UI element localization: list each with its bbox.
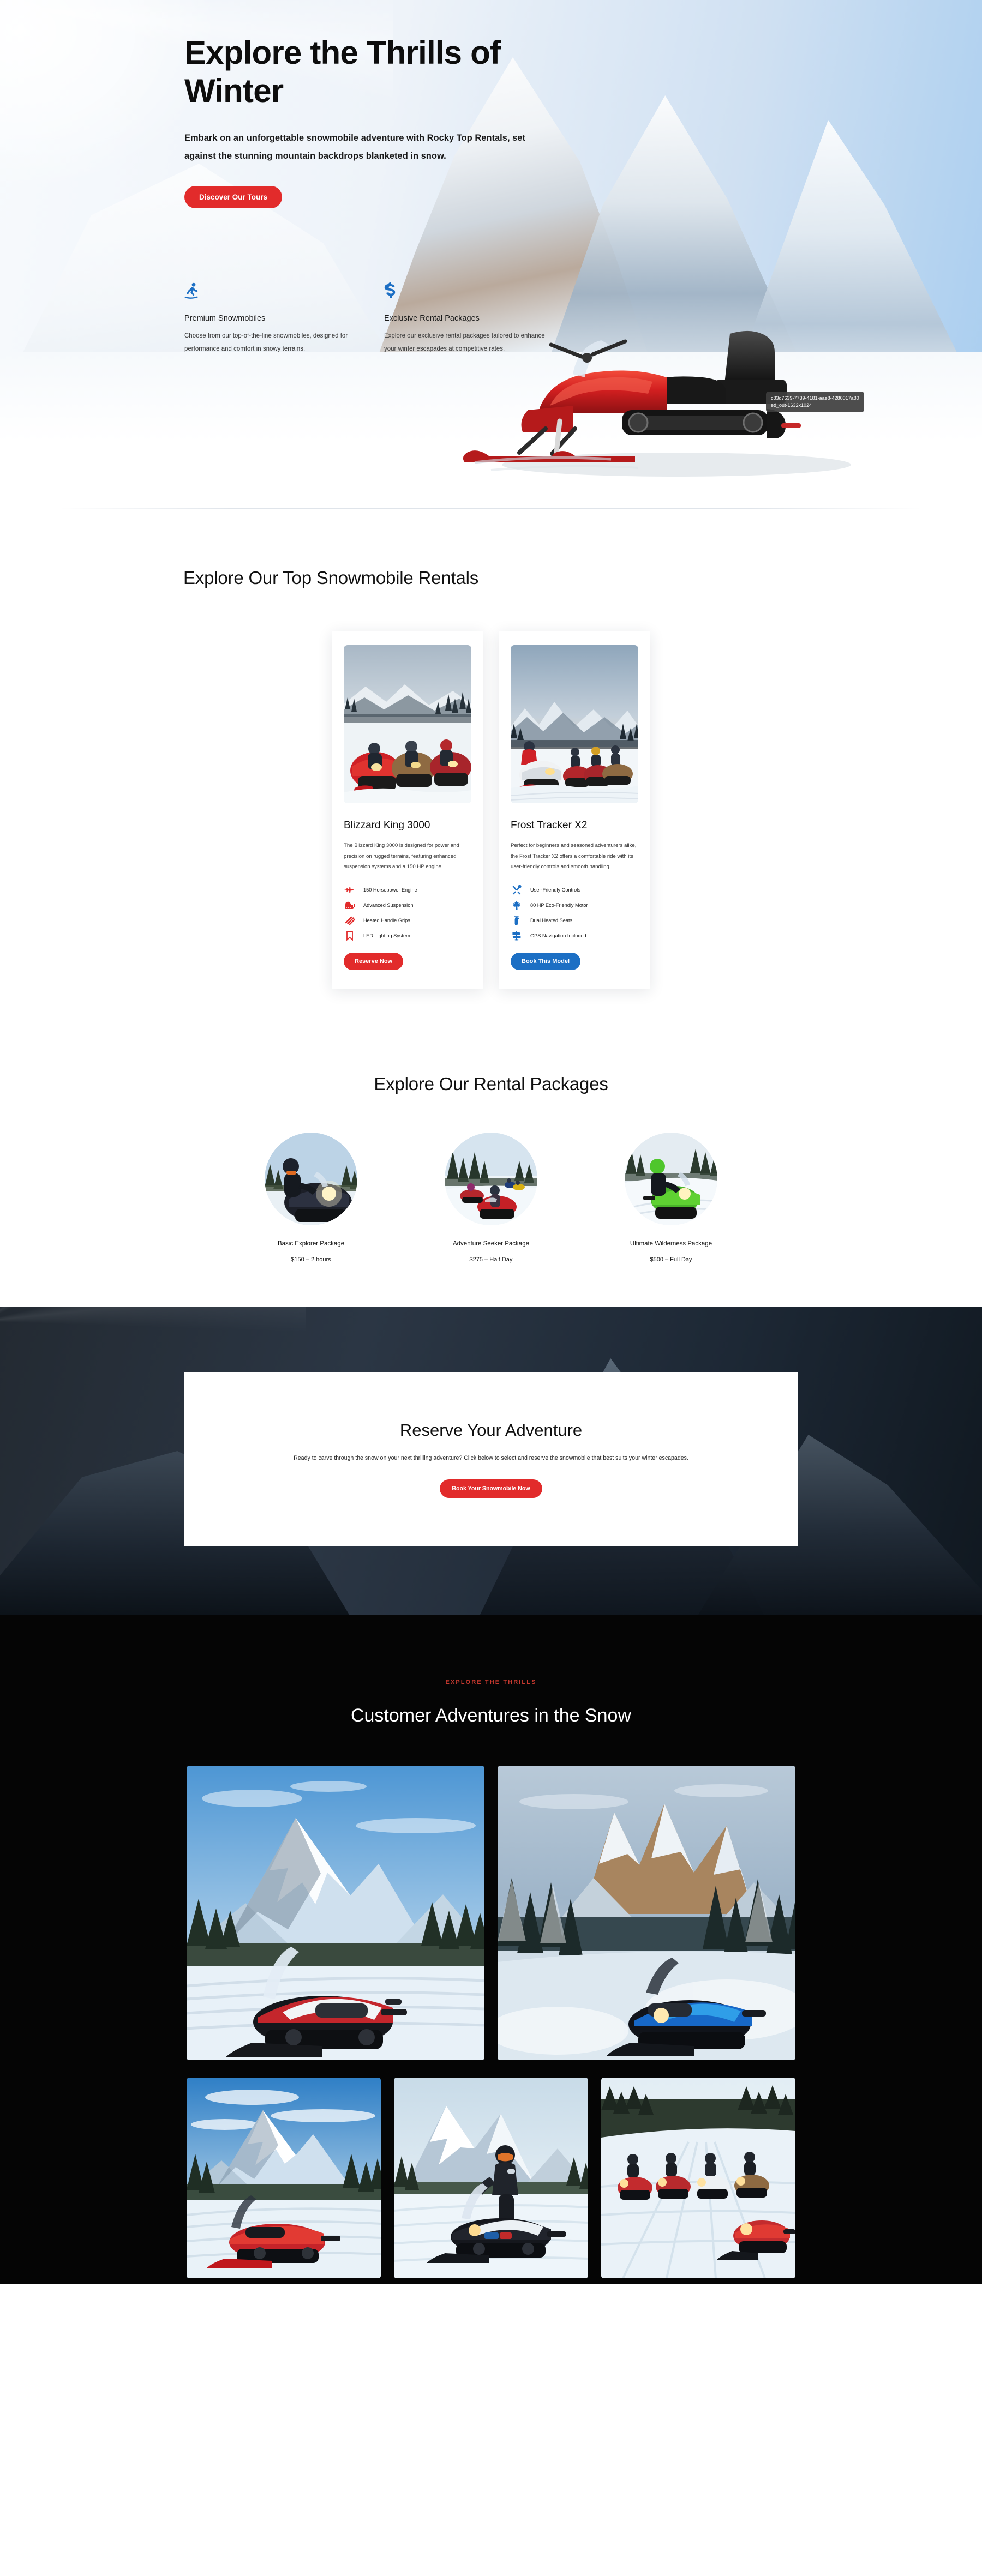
maple-leaf-icon	[511, 900, 523, 910]
rental-card-description: The Blizzard King 3000 is designed for p…	[344, 842, 459, 870]
package-image	[625, 1132, 717, 1225]
package-name: Ultimate Wilderness Package	[630, 1240, 712, 1247]
stripes-icon	[344, 916, 356, 925]
rentals-heading: Explore Our Top Snowmobile Rentals	[183, 568, 479, 588]
packages-heading: Explore Our Rental Packages	[374, 1073, 608, 1094]
discover-our-tours-button[interactable]: Discover Our Tours	[184, 186, 283, 209]
hero-section: Explore the Thrills of Winter Embark on …	[0, 0, 982, 515]
spec-item: GPS Navigation Included	[511, 930, 638, 942]
package-list: Basic Explorer Package $150 – 2 hours Ad…	[0, 1132, 982, 1263]
image-filename-tooltip: c83d7639-7739-4181-aae8-4280017a80ed_out…	[766, 392, 864, 413]
spec-label: 150 Horsepower Engine	[363, 887, 417, 893]
book-your-snowmobile-now-button[interactable]: Book Your Snowmobile Now	[440, 1479, 542, 1498]
gallery-eyebrow: EXPLORE THE THRILLS	[445, 1678, 537, 1686]
rental-card-title: Blizzard King 3000	[344, 820, 430, 831]
hero-feature-premium-snowmobiles: Premium Snowmobiles Choose from our top-…	[184, 282, 348, 356]
package-name: Basic Explorer Package	[277, 1240, 345, 1247]
package-ultimate-wilderness[interactable]: Ultimate Wilderness Package $500 – Full …	[600, 1132, 743, 1263]
hero-feature-title: Premium Snowmobiles	[184, 314, 266, 323]
reserve-cta-section: Reserve Your Adventure Ready to carve th…	[0, 1306, 982, 1615]
spec-label: LED Lighting System	[363, 933, 410, 939]
hero-snowmobile-image	[458, 273, 895, 502]
spec-label: Dual Heated Seats	[530, 918, 573, 924]
gallery-photo[interactable]	[601, 2077, 795, 2278]
spec-label: GPS Navigation Included	[530, 933, 586, 939]
spec-item: Dual Heated Seats	[511, 915, 638, 926]
spec-item: Advanced Suspension	[344, 900, 471, 911]
spec-item: User-Friendly Controls	[511, 884, 638, 896]
hero-subtitle: Embark on an unforgettable snowmobile ad…	[184, 133, 525, 161]
spec-item: LED Lighting System	[344, 930, 471, 942]
gallery-photo[interactable]	[187, 1765, 484, 2060]
rental-card-list: Blizzard King 3000 The Blizzard King 300…	[0, 631, 982, 989]
spec-label: 80 HP Eco-Friendly Motor	[530, 902, 588, 908]
spec-label: Heated Handle Grips	[363, 918, 410, 924]
package-adventure-seeker[interactable]: Adventure Seeker Package $275 – Half Day	[420, 1132, 562, 1263]
gallery-section: EXPLORE THE THRILLS Customer Adventures …	[0, 1614, 982, 2284]
package-price: $500 – Full Day	[650, 1256, 692, 1263]
bulldozer-icon	[344, 901, 356, 910]
spec-item: 150 Horsepower Engine	[344, 884, 471, 896]
hero-divider	[60, 508, 922, 509]
package-image	[265, 1132, 357, 1225]
rentals-section: Explore Our Top Snowmobile Rentals Blizz…	[0, 515, 982, 1038]
packages-section: Explore Our Rental Packages Basic Explor…	[0, 1037, 982, 1307]
package-basic-explorer[interactable]: Basic Explorer Package $150 – 2 hours	[239, 1132, 382, 1263]
fire-extinguisher-icon	[511, 916, 523, 925]
gallery-heading: Customer Adventures in the Snow	[350, 1705, 632, 1726]
hero-feature-body: Choose from our top-of-the-line snowmobi…	[184, 333, 348, 353]
reserve-now-button[interactable]: Reserve Now	[344, 952, 404, 970]
hero-copy-block: Explore the Thrills of Winter Embark on …	[184, 34, 588, 209]
gallery-photo[interactable]	[187, 2077, 381, 2278]
signpost-icon	[511, 931, 523, 941]
spec-item: 80 HP Eco-Friendly Motor	[511, 900, 638, 911]
book-this-model-button[interactable]: Book This Model	[511, 952, 580, 970]
gallery-row-top	[0, 1765, 982, 2060]
gallery-photo[interactable]	[498, 1765, 795, 2060]
spec-item: Heated Handle Grips	[344, 915, 471, 926]
reserve-cta-card: Reserve Your Adventure Ready to carve th…	[184, 1371, 798, 1546]
bookmark-icon	[344, 931, 356, 941]
rental-card-title: Frost Tracker X2	[511, 820, 588, 831]
cta-body: Ready to carve through the snow on your …	[294, 1455, 688, 1462]
hero-title: Explore the Thrills of Winter	[184, 34, 501, 109]
rental-card-frost-tracker-x2[interactable]: Frost Tracker X2 Perfect for beginners a…	[499, 631, 650, 989]
spec-label: User-Friendly Controls	[530, 887, 580, 893]
tools-icon	[511, 885, 523, 895]
rental-card-description: Perfect for beginners and seasoned adven…	[511, 842, 637, 870]
package-price: $275 – Half Day	[469, 1256, 513, 1263]
jet-fighter-icon	[344, 886, 356, 894]
package-price: $150 – 2 hours	[291, 1256, 331, 1263]
snowboarder-icon	[184, 282, 348, 304]
rental-card-image	[344, 645, 471, 803]
rental-card-image	[511, 645, 638, 803]
package-name: Adventure Seeker Package	[452, 1240, 529, 1247]
rental-card-spec-list: User-Friendly Controls 80 HP Eco-Friendl…	[511, 884, 638, 942]
rental-card-spec-list: 150 Horsepower Engine Advanced Suspensio…	[344, 884, 471, 942]
cta-title: Reserve Your Adventure	[399, 1421, 583, 1440]
gallery-photo[interactable]	[394, 2077, 588, 2278]
package-image	[445, 1132, 537, 1225]
gallery-row-bottom	[0, 2077, 982, 2278]
rental-card-blizzard-king-3000[interactable]: Blizzard King 3000 The Blizzard King 300…	[332, 631, 483, 989]
spec-label: Advanced Suspension	[363, 902, 414, 908]
